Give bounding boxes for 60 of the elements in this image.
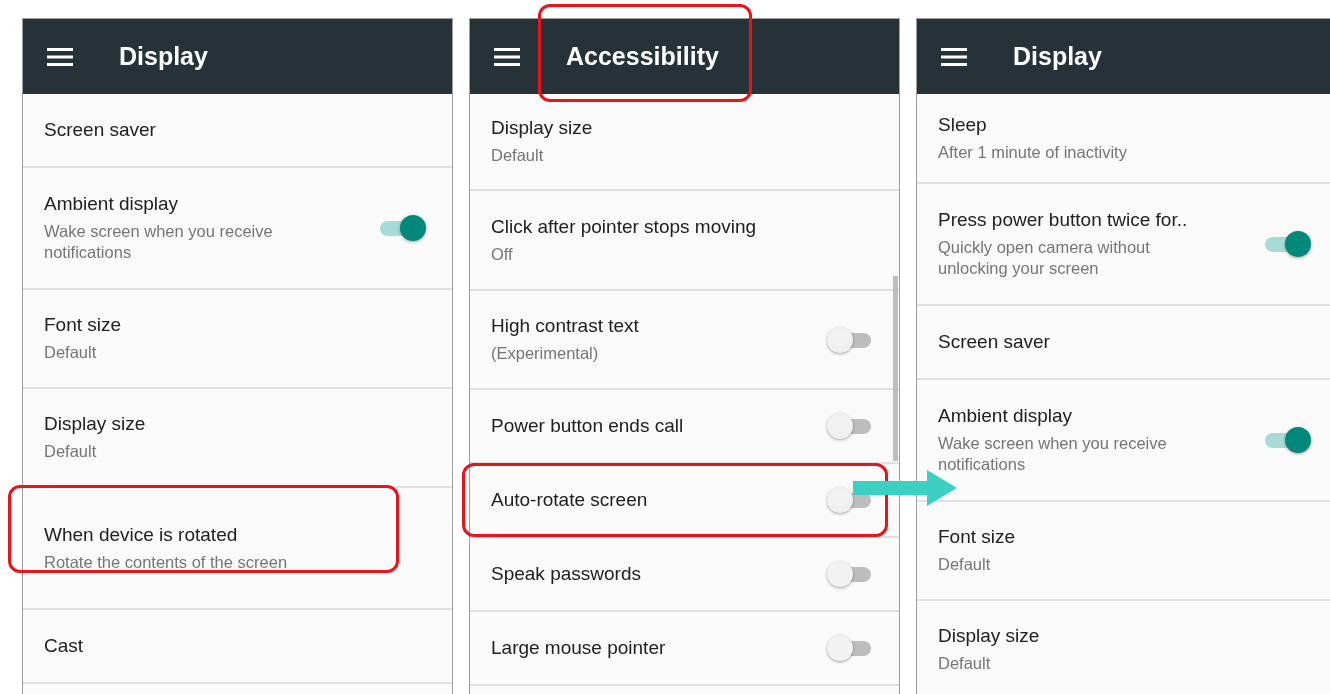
screen-title: Accessibility	[566, 42, 719, 70]
setting-title: Display size	[44, 413, 146, 435]
settings-row[interactable]: Speak passwords	[470, 538, 899, 612]
arrow-icon	[853, 470, 957, 506]
setting-title: Cast	[44, 635, 84, 657]
setting-title: Power button ends call	[491, 415, 684, 437]
setting-summary: Wake screen when you receive notifications	[44, 221, 274, 263]
setting-summary: (Experimental)	[491, 343, 600, 364]
menu-icon[interactable]	[494, 46, 520, 67]
toggle-switch[interactable]	[1265, 426, 1311, 454]
setting-title: When device is rotated	[44, 523, 239, 546]
settings-row[interactable]: Click after pointer stops moving Off	[470, 191, 899, 291]
setting-summary: After 1 minute of inactivity	[938, 141, 1127, 163]
toggle-switch[interactable]	[380, 214, 426, 242]
settings-row[interactable]: Font size Default	[917, 502, 1330, 601]
setting-summary: Rotate the contents of the screen	[44, 551, 288, 573]
setting-title: Font size	[44, 314, 122, 336]
setting-summary: Default	[938, 554, 992, 575]
setting-summary: Quickly open camera without unlocking your screen	[938, 237, 1151, 279]
setting-title: Click after pointer stops moving	[491, 215, 757, 238]
toggle-switch[interactable]	[1265, 230, 1311, 258]
setting-summary: Default	[491, 145, 545, 166]
settings-row[interactable]: Screen saver	[917, 306, 1330, 380]
settings-row[interactable]: Large mouse pointer	[470, 612, 899, 686]
settings-row[interactable]: Font size Default	[23, 290, 452, 389]
setting-title: Press power button twice for..	[938, 209, 1189, 231]
setting-title: Screen saver	[44, 119, 156, 141]
setting-summary: Default	[44, 441, 98, 462]
settings-row[interactable]: Sleep After 1 minute of inactivity	[917, 94, 1330, 184]
settings-row[interactable]: Ambient display Wake screen when you receive notifications	[23, 168, 452, 290]
setting-title: Display size	[491, 117, 593, 139]
setting-summary: Wake screen when you receive notifications	[938, 433, 1168, 475]
toggle-switch[interactable]	[827, 325, 873, 354]
setting-title: Large mouse pointer	[491, 637, 666, 659]
setting-title: Auto-rotate screen	[491, 489, 648, 511]
toggle-switch[interactable]	[827, 560, 873, 588]
toggle-switch[interactable]	[827, 412, 873, 440]
toggle-switch[interactable]	[827, 634, 873, 662]
setting-summary: Default	[938, 653, 992, 674]
settings-row[interactable]: Cast	[23, 610, 452, 684]
setting-title: Ambient display	[44, 193, 180, 215]
setting-title: High contrast text	[491, 315, 639, 337]
screen-title: Display	[1013, 42, 1102, 70]
settings-row[interactable]: When device is rotated Rotate the contents of the screen	[23, 488, 452, 610]
setting-title: Screen saver	[938, 331, 1050, 353]
settings-row[interactable]: Press power button twice for.. Quickly open camera without unlocking your screen	[917, 184, 1330, 306]
setting-title: Speak passwords	[491, 563, 641, 585]
settings-row[interactable]: Screen saver	[23, 94, 452, 168]
settings-row[interactable]: Display size Default	[470, 94, 899, 191]
menu-icon[interactable]	[941, 46, 967, 67]
setting-title: Ambient display	[938, 405, 1074, 427]
setting-summary: Default	[44, 342, 98, 363]
screen-title: Display	[119, 42, 208, 70]
setting-summary: Off	[491, 243, 514, 265]
setting-title: Font size	[938, 526, 1016, 548]
menu-icon[interactable]	[47, 46, 73, 67]
settings-row[interactable]: Display size Default	[23, 389, 452, 488]
setting-title: Sleep	[938, 113, 988, 136]
setting-title: Display size	[938, 625, 1040, 647]
settings-row[interactable]: Display size Default	[917, 601, 1330, 694]
